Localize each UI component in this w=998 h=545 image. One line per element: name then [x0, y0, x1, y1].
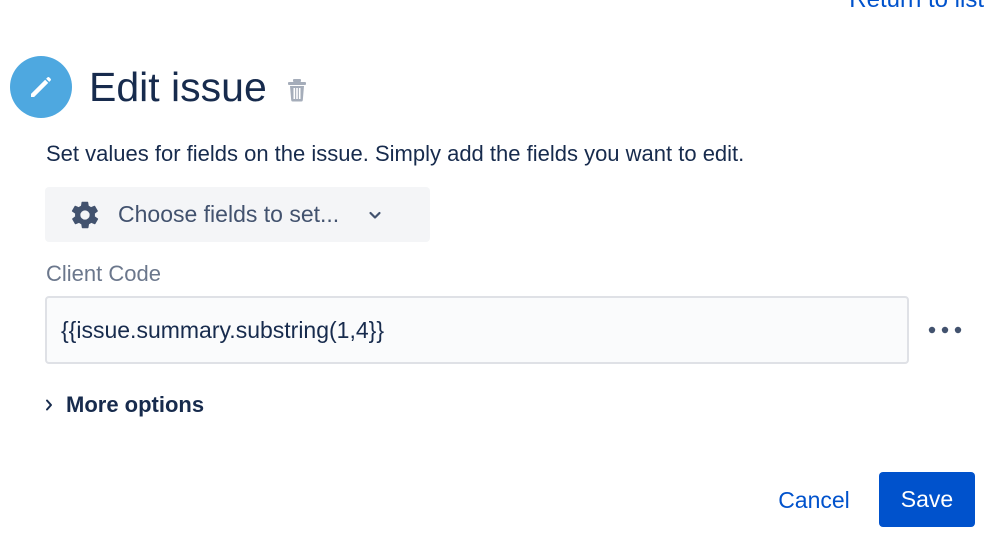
page-title: Edit issue	[89, 64, 267, 110]
save-button[interactable]: Save	[879, 472, 975, 527]
page-header: Edit issue	[10, 55, 307, 119]
trash-icon[interactable]	[287, 78, 307, 102]
cancel-button[interactable]: Cancel	[764, 474, 864, 526]
description-text: Set values for fields on the issue. Simp…	[46, 141, 745, 166]
choose-fields-label: Choose fields to set...	[118, 201, 340, 227]
more-options-label: More options	[66, 392, 205, 417]
chevron-right-icon	[44, 397, 54, 413]
choose-fields-dropdown[interactable]: Choose fields to set...	[45, 187, 430, 242]
more-horizontal-icon[interactable]	[925, 318, 965, 342]
chevron-down-icon	[367, 207, 383, 223]
return-to-list-link[interactable]: Return to list	[849, 0, 984, 14]
edit-issue-page: Return to list Edit issue Set values for…	[0, 0, 998, 545]
gear-icon	[69, 199, 101, 231]
more-options-toggle[interactable]: More options	[44, 392, 204, 418]
pencil-icon	[10, 56, 72, 118]
client-code-input[interactable]	[45, 296, 909, 364]
client-code-label: Client Code	[46, 261, 161, 286]
